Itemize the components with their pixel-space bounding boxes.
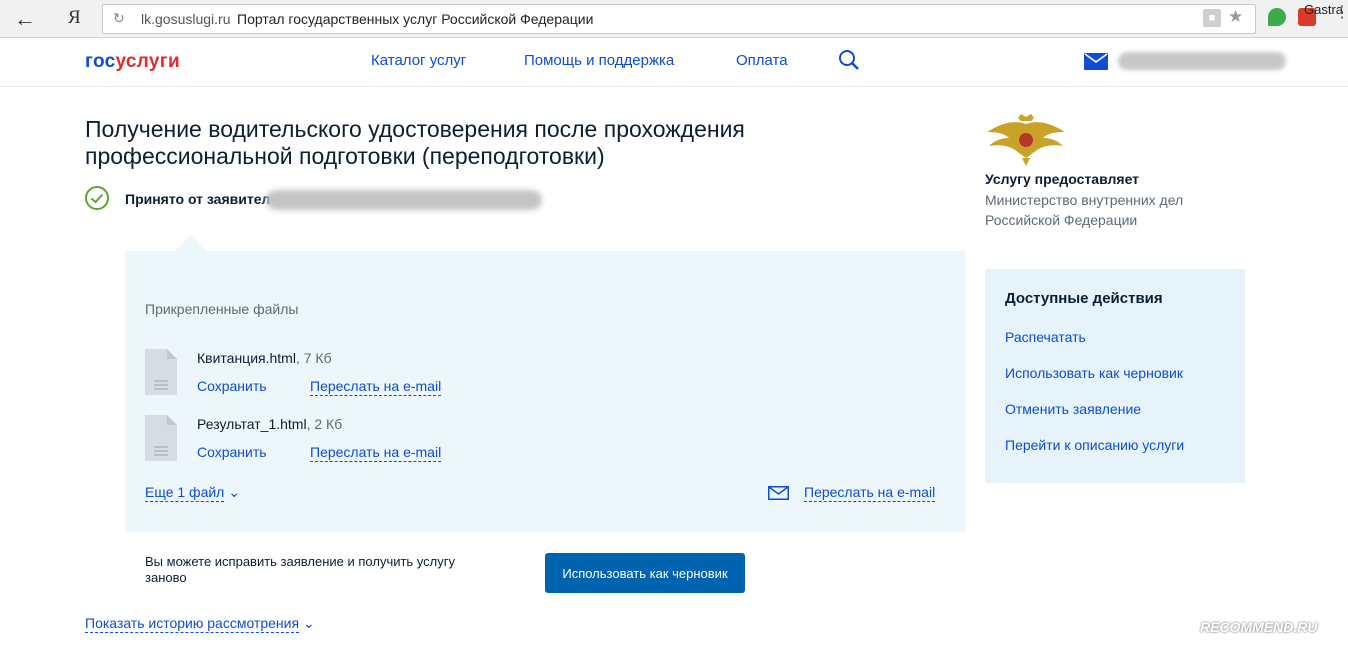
save-file-button[interactable]: Сохранить: [197, 444, 267, 460]
action-service-description[interactable]: Перейти к описанию услуги: [1005, 437, 1184, 453]
more-files-toggle[interactable]: Еще 1 файл ⌄: [145, 484, 240, 502]
bookmark-star-icon[interactable]: ★: [1228, 7, 1243, 27]
check-circle-icon: [84, 185, 110, 216]
watermark: RECOMMEND.RU: [1200, 619, 1318, 635]
provider-name: Министерство внутренних дел Российской Ф…: [985, 192, 1184, 228]
lock-icon[interactable]: ■: [1203, 9, 1221, 27]
status-text: Принято от заявител: [125, 191, 271, 207]
nav-catalog[interactable]: Каталог услуг: [371, 52, 466, 69]
forward-email-link[interactable]: Переслать на e-mail: [310, 444, 442, 462]
tab-title: Портал государственных услуг Российской …: [237, 11, 594, 27]
chevron-down-icon: ⌄: [302, 615, 315, 631]
gosuslugi-logo[interactable]: госуслуги: [85, 51, 180, 73]
site-header: госуслуги Каталог услуг Помощь и поддерж…: [0, 38, 1348, 87]
files-label: Прикрепленные файлы: [145, 301, 299, 317]
back-arrow-icon[interactable]: ←: [14, 6, 36, 32]
provider-heading: Услугу предоставляет: [985, 171, 1140, 187]
browser-menu-icon[interactable]: ⋮: [1334, 5, 1348, 21]
reload-icon[interactable]: ↻: [113, 10, 125, 27]
user-name-blurred[interactable]: [1118, 52, 1286, 70]
forward-all-email-link[interactable]: Переслать на e-mail: [804, 484, 936, 502]
browser-toolbar: ← Я ↻ lk.gosuslugi.ru Портал государстве…: [0, 0, 1348, 38]
action-cancel-application[interactable]: Отменить заявление: [1005, 401, 1141, 417]
panel-pointer: [175, 235, 207, 251]
page-title: Получение водительского удостоверения по…: [85, 116, 745, 169]
file-icon: [145, 349, 177, 395]
applicant-name-blurred: [266, 190, 542, 210]
search-icon[interactable]: [838, 49, 860, 76]
action-print[interactable]: Распечатать: [1005, 329, 1086, 345]
save-file-button[interactable]: Сохранить: [197, 378, 267, 394]
use-as-draft-button[interactable]: Использовать как черновик: [545, 553, 745, 593]
file-icon: [145, 415, 177, 461]
action-use-as-draft[interactable]: Использовать как черновик: [1005, 365, 1183, 381]
actions-heading: Доступные действия: [1005, 290, 1163, 307]
address-bar[interactable]: ↻ lk.gosuslugi.ru Портал государственных…: [102, 4, 1256, 34]
file-name: Результат_1.html, 2 Кб: [197, 416, 343, 432]
yandex-logo[interactable]: Я: [68, 7, 81, 29]
show-history-link[interactable]: Показать историю рассмотрения ⌄: [85, 615, 315, 633]
file-name: Квитанция.html, 7 Кб: [197, 350, 332, 366]
mail-icon: [768, 486, 789, 505]
russian-eagle-emblem: [985, 114, 1067, 171]
shield-extension-icon[interactable]: [1268, 8, 1286, 26]
chevron-down-icon: ⌄: [228, 484, 240, 500]
mail-icon[interactable]: [1084, 53, 1108, 75]
nav-help[interactable]: Помощь и поддержка: [524, 52, 674, 69]
url-host: lk.gosuslugi.ru: [141, 11, 231, 27]
forward-email-link[interactable]: Переслать на e-mail: [310, 378, 442, 396]
nav-payment[interactable]: Оплата: [736, 52, 788, 69]
draft-hint: Вы можете исправить заявление и получить…: [145, 554, 455, 585]
